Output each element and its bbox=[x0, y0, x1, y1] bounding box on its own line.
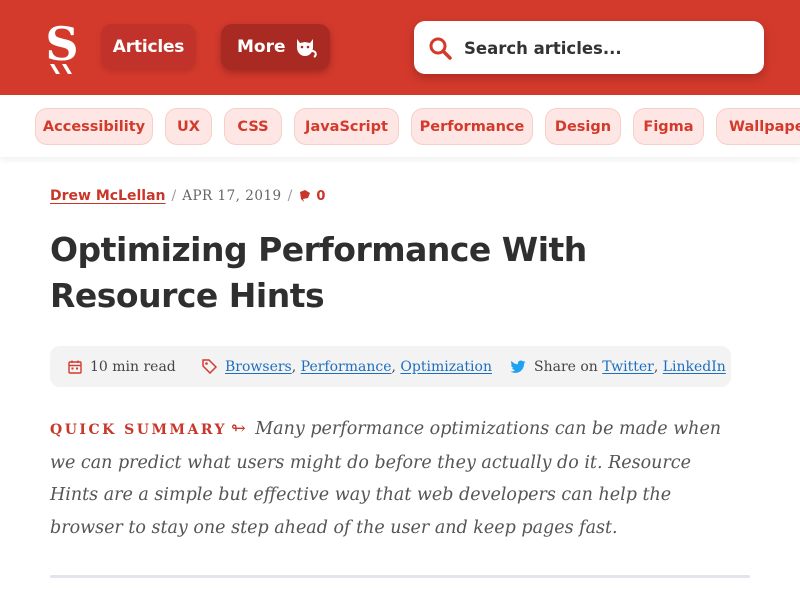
cat-icon bbox=[297, 39, 317, 58]
logo-feet-icon bbox=[50, 64, 72, 74]
meta-separator: / bbox=[287, 188, 293, 204]
quick-summary: Quick Summary ↬ Many performance optimiza… bbox=[50, 413, 740, 544]
quick-summary-label: Quick Summary bbox=[50, 422, 228, 438]
search-icon bbox=[429, 37, 452, 60]
read-time: 10 min read bbox=[68, 346, 176, 387]
article-title: Optimizing Performance With Resource Hin… bbox=[50, 230, 587, 315]
read-time-text: 10 min read bbox=[90, 358, 176, 375]
logo-letter: S bbox=[45, 17, 79, 71]
share-twitter-link[interactable]: Twitter bbox=[602, 359, 654, 375]
article-meta: Drew McLellan / APR 17, 2019 / 0 bbox=[50, 186, 325, 206]
calendar-icon bbox=[68, 360, 82, 374]
author-link[interactable]: Drew McLellan bbox=[50, 188, 166, 204]
comma: , bbox=[391, 358, 401, 375]
section-divider bbox=[50, 575, 750, 578]
publish-date: APR 17, 2019 bbox=[182, 188, 282, 204]
comment-icon bbox=[300, 190, 311, 202]
search-box[interactable] bbox=[414, 21, 764, 74]
category-link-optimization[interactable]: Optimization bbox=[400, 359, 492, 375]
share-label: Share on bbox=[534, 358, 598, 375]
tag-javascript[interactable]: JavaScript bbox=[294, 108, 399, 145]
category-link-performance[interactable]: Performance bbox=[301, 359, 392, 375]
tag-figma[interactable]: Figma bbox=[633, 108, 704, 145]
comments-link[interactable]: 0 bbox=[298, 189, 325, 204]
more-button[interactable]: More bbox=[221, 24, 330, 70]
article-info-bar: 10 min read Browsers, Performance, Optim… bbox=[50, 346, 731, 387]
category-list: Browsers, Performance, Optimization bbox=[202, 346, 492, 387]
tag-css[interactable]: CSS bbox=[224, 108, 282, 145]
comma: , bbox=[291, 358, 301, 375]
comma: , bbox=[653, 358, 663, 375]
tag-icon bbox=[202, 359, 217, 374]
share-links: Share on Twitter, LinkedIn bbox=[510, 346, 726, 387]
summary-arrow-icon: ↬ bbox=[231, 419, 246, 439]
smashing-logo[interactable]: S bbox=[40, 17, 84, 78]
tag-bar: Accessibility UX CSS JavaScript Performa… bbox=[0, 95, 800, 157]
search-input[interactable] bbox=[464, 33, 754, 63]
top-header: S Articles More bbox=[0, 0, 800, 95]
comment-count: 0 bbox=[316, 188, 326, 204]
articles-button-label: Articles bbox=[112, 37, 185, 57]
articles-button[interactable]: Articles bbox=[101, 24, 196, 70]
category-link-browsers[interactable]: Browsers bbox=[225, 359, 292, 375]
tag-wallpapers[interactable]: Wallpapers bbox=[716, 108, 800, 145]
share-linkedin-link[interactable]: LinkedIn bbox=[663, 359, 726, 375]
meta-separator: / bbox=[171, 188, 177, 204]
twitter-icon bbox=[510, 360, 526, 373]
tag-performance[interactable]: Performance bbox=[411, 108, 533, 145]
tag-design[interactable]: Design bbox=[545, 108, 621, 145]
tag-ux[interactable]: UX bbox=[165, 108, 212, 145]
more-button-label: More bbox=[237, 37, 286, 57]
tag-accessibility[interactable]: Accessibility bbox=[35, 108, 153, 145]
